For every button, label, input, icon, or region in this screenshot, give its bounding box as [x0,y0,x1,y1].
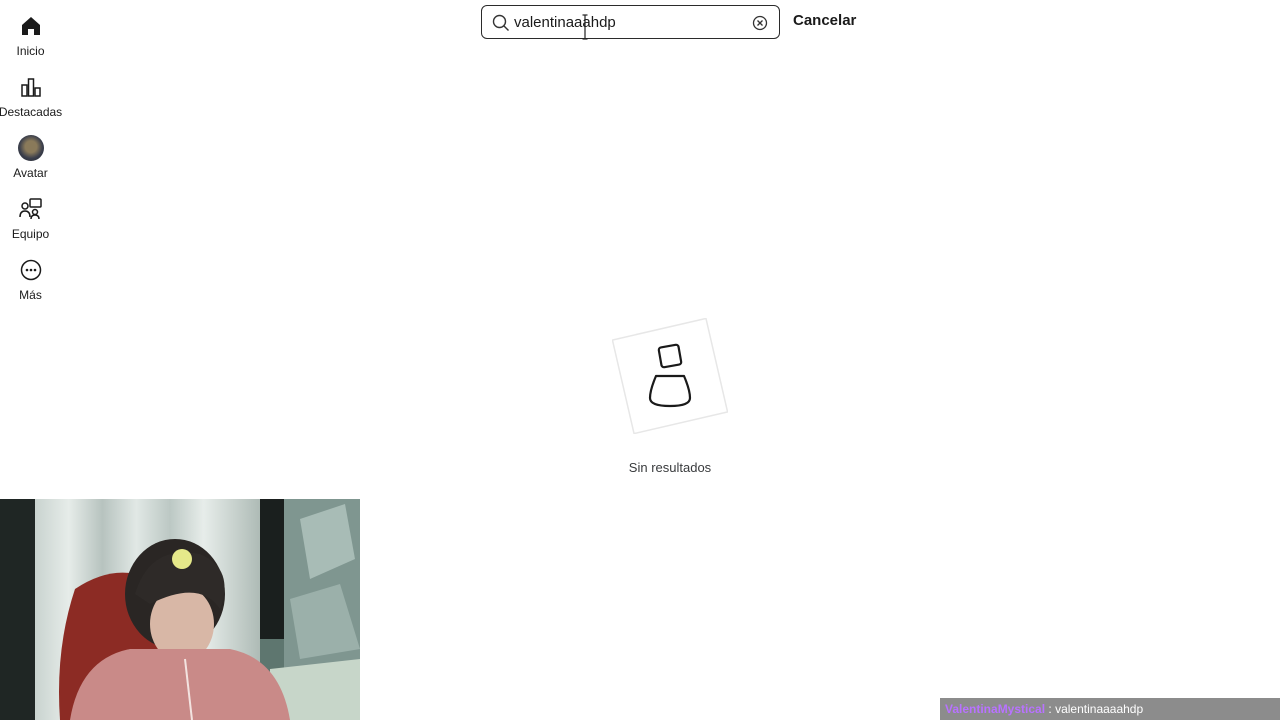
chat-message: ValentinaMystical : valentinaaaahdp [940,698,1280,720]
charts-icon [20,78,41,97]
home-icon [21,17,40,35]
sidebar-item-label: Equipo [11,227,50,241]
clear-search-icon[interactable] [752,15,768,31]
sidebar-item-destacadas[interactable]: Destacadas [0,75,63,119]
chat-text: valentinaaaahdp [1055,702,1144,716]
sidebar-item-mas[interactable]: Más [0,258,61,302]
text-cursor-icon [582,14,588,40]
more-icon [20,259,41,281]
sidebar-nav: Inicio Destacadas Avatar Equipo Más [0,0,63,320]
sidebar-item-label: Avatar [13,166,48,180]
sidebar-item-inicio[interactable]: Inicio [0,14,61,58]
sidebar-item-label: Inicio [16,44,45,58]
sidebar-item-label: Destacadas [0,105,63,119]
webcam-overlay [0,499,360,720]
sidebar-item-label: Más [19,288,42,302]
avatar-thumbnail [17,135,44,161]
search-icon [492,14,509,31]
avatar-placeholder-icon [612,318,728,434]
cancel-button[interactable]: Cancelar [793,12,856,29]
team-icon [18,198,42,220]
search-input[interactable] [514,6,744,38]
chat-username: ValentinaMystical [945,702,1046,716]
sidebar-item-avatar[interactable]: Avatar [0,135,61,180]
webcam-feed-image [0,499,360,720]
chat-separator: : [1048,702,1052,716]
sidebar-item-equipo[interactable]: Equipo [0,197,61,241]
empty-results: Sin resultados [600,316,740,481]
search-bar[interactable] [481,5,780,39]
no-results-text: Sin resultados [628,460,712,475]
